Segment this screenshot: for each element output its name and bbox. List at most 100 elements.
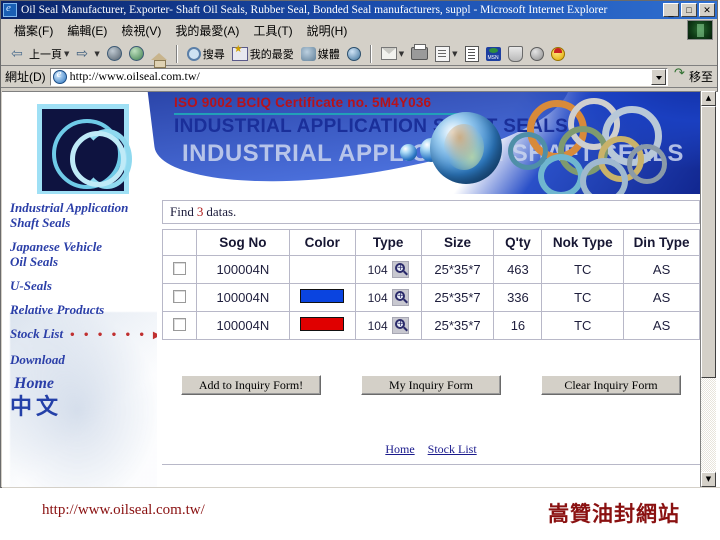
research-button[interactable] (528, 44, 546, 64)
sidebar: Industrial Application Shaft Seals Japan… (2, 194, 157, 487)
cell-type[interactable]: 104 + (354, 255, 422, 284)
scrollbar-thumb[interactable] (701, 106, 716, 378)
favorites-button[interactable]: 我的最愛 (230, 44, 296, 64)
type-value: 104 (367, 262, 388, 277)
sidebar-item-label: Stock List (10, 326, 64, 341)
stop-button[interactable] (105, 44, 124, 64)
column-header-size: Size (420, 229, 495, 256)
row-checkbox-cell[interactable] (162, 283, 197, 312)
menu-item-tools[interactable]: 工具(T) (246, 21, 299, 40)
cell-type[interactable]: 104 + (354, 311, 422, 340)
history-button[interactable] (345, 44, 363, 64)
back-button[interactable]: ⇦ 上一頁 ▼ (9, 44, 71, 64)
iso-certificate-text: ISO 9002 BCIQ Certificate no. 5M4Y036 (174, 95, 432, 110)
go-label: 移至 (688, 70, 713, 84)
cell-sog-no: 100004N (195, 255, 290, 284)
menu-item-help[interactable]: 說明(H) (300, 21, 355, 40)
globe-graphic (430, 112, 502, 184)
sidebar-item-industrial-application[interactable]: Industrial Application Shaft Seals (2, 200, 157, 230)
arrow-down-icon: ▼ (705, 475, 712, 483)
ie-logo-icon (3, 2, 17, 17)
company-logo (37, 104, 132, 194)
cell-type[interactable]: 104 + (354, 283, 422, 312)
go-button[interactable]: 移至 (672, 66, 713, 85)
cell-nok-type: TC (541, 311, 625, 340)
title-bar: Oil Seal Manufacturer, Exporter- Shaft O… (1, 1, 717, 19)
maximize-button[interactable]: □ (681, 3, 697, 17)
edit-button[interactable]: ▼ (433, 44, 459, 64)
scroll-up-button[interactable]: ▲ (701, 91, 716, 106)
sidebar-item-relative-products[interactable]: Relative Products (2, 302, 157, 317)
messenger-icon (485, 46, 501, 61)
sidebar-item-download[interactable]: Download (2, 352, 157, 367)
site-banner: ISO 9002 BCIQ Certificate no. 5M4Y036 IN… (2, 92, 702, 194)
add-to-inquiry-form-button[interactable]: Add to Inquiry Form! (181, 375, 321, 395)
row-checkbox-cell[interactable] (162, 255, 197, 284)
footer-link-row: Home Stock List (162, 442, 700, 457)
sidebar-item-u-seals[interactable]: U-Seals (2, 278, 157, 293)
my-inquiry-form-button[interactable]: My Inquiry Form (361, 375, 501, 395)
address-label: 網址(D) (5, 70, 46, 84)
sidebar-item-stock-list[interactable]: Stock List• • • • • •▶ (2, 326, 157, 343)
menu-item-view[interactable]: 檢視(V) (114, 21, 168, 40)
row-checkbox[interactable] (172, 289, 186, 303)
clear-inquiry-form-button[interactable]: Clear Inquiry Form (541, 375, 681, 395)
mail-button[interactable]: ▼ (379, 44, 406, 64)
chevron-down-icon-forward[interactable]: ▼ (94, 46, 99, 62)
menu-item-edit[interactable]: 編輯(E) (60, 21, 114, 40)
chevron-down-icon-edit[interactable]: ▼ (452, 46, 457, 62)
sidebar-item-chinese[interactable]: 中文 (2, 397, 157, 419)
print-button[interactable] (409, 44, 430, 64)
magnifier-icon[interactable]: + (391, 317, 409, 334)
minimize-button[interactable]: _ (663, 3, 679, 17)
address-input[interactable]: http://www.oilseal.com.tw/ (49, 67, 668, 86)
shield-icon (507, 45, 523, 62)
address-url-text: http://www.oilseal.com.tw/ (69, 69, 200, 83)
row-checkbox-cell[interactable] (162, 311, 197, 340)
media-button[interactable]: 媒體 (299, 44, 342, 64)
cell-nok-type: TC (541, 283, 625, 312)
shield-button[interactable] (506, 44, 525, 64)
magnifier-icon[interactable]: + (391, 261, 409, 278)
menu-item-file[interactable]: 檔案(F) (7, 21, 60, 40)
footer-link-home[interactable]: Home (385, 442, 414, 456)
bottom-company-name-chinese: 嵩贊油封網站 (548, 502, 680, 526)
magnifier-icon[interactable]: + (391, 289, 409, 306)
chevron-down-icon[interactable]: ▼ (64, 46, 69, 62)
smiley-button[interactable] (549, 44, 567, 64)
footer-link-stock-list[interactable]: Stock List (428, 442, 477, 456)
messenger-button[interactable] (484, 44, 503, 64)
column-header-select (162, 229, 197, 256)
row-checkbox[interactable] (172, 261, 186, 275)
menu-item-favorites[interactable]: 我的最愛(A) (168, 21, 246, 40)
table-row: 100004N 104 + 25*35*7 463 TC AS (162, 255, 700, 284)
bottom-website-url: http://www.oilseal.com.tw/ (42, 502, 205, 518)
refresh-button[interactable] (127, 44, 146, 64)
sidebar-item-label: Home (14, 375, 54, 392)
find-prefix: Find (170, 204, 194, 219)
chevron-down-icon-mail[interactable]: ▼ (399, 46, 404, 62)
address-dropdown-button[interactable] (650, 68, 666, 85)
scrollbar-track[interactable] (701, 106, 716, 472)
sidebar-item-home[interactable]: Home (2, 375, 157, 392)
arrow-right-icon: ⇨ (76, 45, 89, 62)
page-scrollbar-vertical[interactable]: ▲ ▼ (700, 91, 716, 487)
home-button[interactable] (149, 44, 169, 68)
browser-brand-animation-icon (687, 20, 713, 40)
search-button[interactable]: 搜尋 (185, 44, 227, 64)
discuss-button[interactable] (463, 44, 481, 64)
window-title: Oil Seal Manufacturer, Exporter- Shaft O… (21, 4, 608, 16)
toolbar-separator-1 (175, 44, 178, 63)
globe-icon (346, 46, 361, 61)
home-icon (150, 53, 167, 68)
browser-window: Oil Seal Manufacturer, Exporter- Shaft O… (0, 0, 720, 489)
cell-sog-no: 100004N (195, 311, 290, 340)
forward-button[interactable]: ⇨ ▼ (74, 44, 101, 64)
scroll-down-button[interactable]: ▼ (701, 472, 716, 487)
arrow-left-icon: ⇦ (11, 45, 23, 62)
sidebar-item-japanese-vehicle[interactable]: Japanese Vehicle Oil Seals (2, 239, 157, 269)
column-header-sog-no: Sog No (195, 229, 290, 256)
close-button[interactable]: ✕ (699, 3, 715, 17)
row-checkbox[interactable] (172, 317, 186, 331)
sidebar-item-label: Japanese Vehicle (10, 239, 103, 254)
